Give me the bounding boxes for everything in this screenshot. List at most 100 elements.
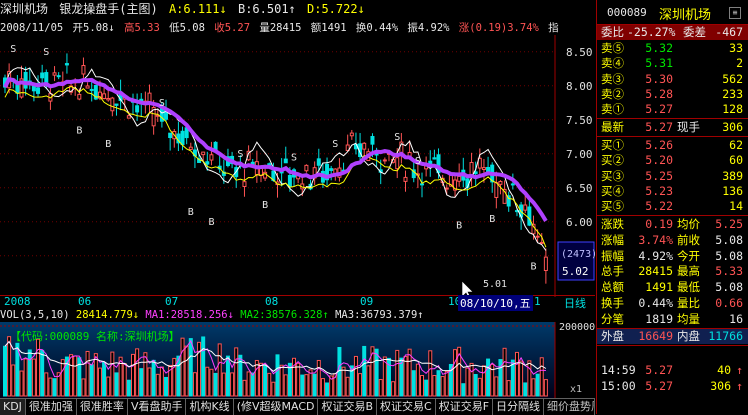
- sell-volume: 2: [736, 56, 743, 71]
- volume-bar: [395, 349, 400, 397]
- indicator-tab[interactable]: 细价盘势周指时讯成特释: [544, 399, 595, 415]
- volume-bar: [316, 359, 321, 397]
- buy-signal-marker: B: [76, 125, 82, 136]
- indicator-tab[interactable]: 机构K线: [186, 399, 234, 415]
- volume-bar: [242, 379, 247, 397]
- indicator-tab[interactable]: 权证交易C: [377, 399, 436, 415]
- price-chart[interactable]: S S B B S B B S B S S S S B B B 8.50 8.00 7.50 7.00 6.50 6.0…: [0, 35, 595, 297]
- stat-value-2: 0.66: [715, 296, 743, 310]
- buy-signal-marker: B: [530, 261, 536, 272]
- stat-value-2: 5.08: [715, 280, 743, 295]
- buy-volume: 62: [729, 138, 743, 152]
- candle-body: [188, 146, 193, 150]
- volume-bar: [341, 366, 346, 397]
- stat-row: 涨幅 3.74% 前收 5.08: [597, 233, 748, 248]
- stat-label: 振幅: [601, 248, 624, 263]
- volume-bar: [205, 366, 210, 397]
- indicator-d: D:5.722↓: [307, 2, 365, 16]
- stat-row: 总手 28415 最高 5.33: [597, 264, 748, 279]
- sell-signal-marker: S: [394, 132, 400, 143]
- settings-icon[interactable]: ≡: [727, 5, 741, 19]
- volume-bar: [110, 351, 115, 397]
- indicator-b: B:6.501↑: [237, 2, 296, 16]
- buy-row: 买③ 5.25 389: [597, 169, 748, 184]
- indicator-tab[interactable]: 日分隔线: [493, 399, 545, 415]
- tick-row: 15:00 5.27 ↑ 306: [597, 379, 748, 394]
- stat-value-2: 16: [729, 311, 743, 326]
- candle-body: [287, 175, 292, 188]
- commission-ratio: -25.27%: [627, 25, 676, 39]
- volume-bar: [469, 362, 474, 397]
- candle-body: [126, 115, 131, 119]
- volume-bar: [40, 349, 45, 397]
- stat-value: 1819: [645, 311, 673, 326]
- stat-label-2: 量比: [677, 296, 700, 310]
- sell-row: 卖② 5.28 233: [597, 87, 748, 102]
- indicator-tab[interactable]: 权证交易B: [318, 399, 378, 415]
- volume-bar: [139, 368, 144, 397]
- last-label: 最新: [601, 120, 624, 134]
- volume-bar: [378, 379, 383, 397]
- volume-bar: [453, 349, 458, 397]
- buy-volume: 136: [722, 183, 743, 198]
- candle-body: [444, 187, 449, 190]
- buy-price: 5.25: [645, 168, 673, 183]
- sell-signal-marker: S: [159, 98, 165, 109]
- buy-row: 买⑤ 5.22 14: [597, 199, 748, 214]
- buy-signal-marker: B: [489, 214, 495, 225]
- buy-price: 5.20: [645, 153, 673, 168]
- indicator-tab[interactable]: V看盘助手: [128, 399, 187, 415]
- indicator-name[interactable]: 银龙操盘手(主图): [59, 2, 157, 16]
- buy-volume: 389: [722, 168, 743, 183]
- price-tick-label: 8.00: [566, 80, 593, 93]
- sell-row: 卖④ 5.31 2: [597, 56, 748, 71]
- volume-bar: [81, 378, 86, 397]
- volume-bar: [172, 357, 177, 397]
- volume-bar: [151, 359, 156, 397]
- commission-ratio-label: 委比: [601, 25, 624, 39]
- volume-bar: [159, 366, 164, 397]
- volume-bar: [506, 380, 511, 397]
- bar-open: 开5.08↓: [72, 22, 115, 34]
- quote-header: 000089 深圳机场 ≡: [597, 0, 748, 23]
- volume-bar: [320, 378, 325, 397]
- indicator-tab[interactable]: 很准胜率: [77, 399, 128, 415]
- volume-bar: [44, 372, 49, 397]
- indicator-tabs: KDJ 很准加强 很准胜率 V看盘助手 机构K线 (修V超级MACD 权证交易B 权证交易C 权…: [0, 398, 595, 415]
- buy-price: 5.23: [645, 183, 673, 198]
- price-tick-label: 7.00: [566, 148, 593, 161]
- x-label-06: 06: [78, 295, 92, 308]
- commission-diff: -467: [715, 25, 743, 39]
- x-label-07: 07: [165, 295, 179, 308]
- candle-body: [135, 105, 140, 113]
- sell-price: 5.32: [645, 41, 673, 55]
- volume-chart[interactable]: 【代码:000089 名称:深圳机场】 200000 x1: [0, 322, 595, 398]
- vol-title: VOL(3,5,10): [0, 309, 70, 321]
- volume-bar: [73, 355, 78, 397]
- stock-name: 深圳机场: [0, 2, 49, 16]
- stat-row: 振幅 4.92% 今开 5.08: [597, 249, 748, 264]
- candle-body: [77, 93, 82, 100]
- commission-diff-label: 委差: [683, 25, 706, 39]
- indicator-tab[interactable]: (修V超级MACD: [234, 399, 319, 415]
- volume-bar: [267, 372, 272, 397]
- x-axis: 2008 06 07 08 09 10 08/10/10,五 1 日线: [0, 295, 595, 311]
- volume-bar: [89, 364, 94, 397]
- ohlc-info-bar: 2008/11/05 开5.08↓ 高5.33 低5.08 收5.27 量284…: [0, 20, 595, 34]
- volume-bar: [444, 370, 449, 397]
- x-label-08: 08: [265, 295, 279, 308]
- volume-bar: [23, 358, 28, 397]
- indicator-tab[interactable]: 权证交易F: [436, 399, 494, 415]
- indicator-tab[interactable]: 很准加强: [26, 399, 77, 415]
- price-tick-label: 7.50: [566, 114, 593, 127]
- tick-direction: ↑: [736, 363, 743, 377]
- candle-body: [31, 85, 36, 92]
- buy-signal-marker: B: [456, 221, 462, 232]
- commission-row: 委比 -25.27% 委差 -467: [597, 25, 748, 40]
- stat-row: 总额 1491 最低 5.08: [597, 280, 748, 295]
- candle-body: [543, 256, 548, 272]
- indicator-tab[interactable]: KDJ: [0, 399, 26, 415]
- sell-level-label: 卖②: [601, 86, 624, 101]
- volume-bar: [102, 361, 107, 397]
- tick-price: 5.27: [645, 363, 673, 377]
